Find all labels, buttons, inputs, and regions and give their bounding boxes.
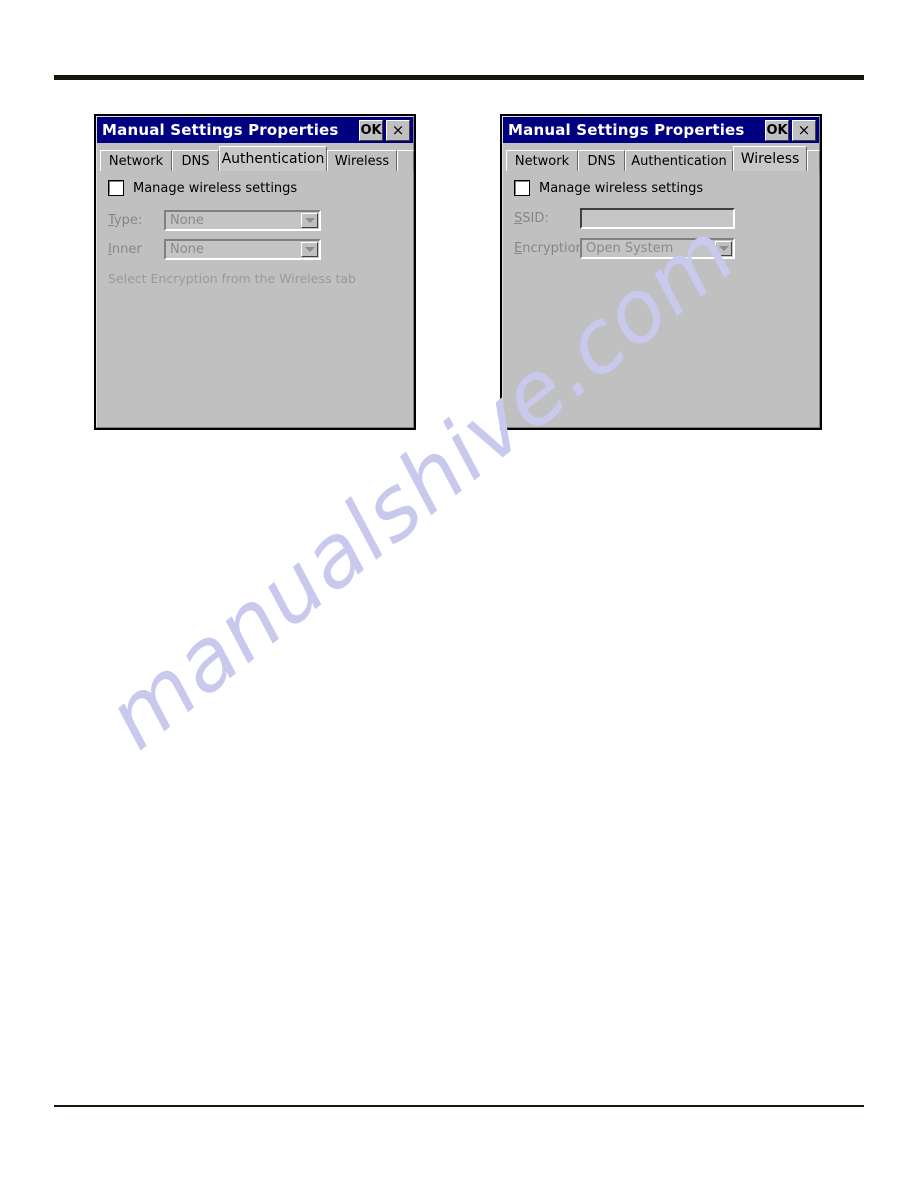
encryption-hint: Select Encryption from the Wireless tab (108, 271, 356, 286)
encryption-dropdown-value: Open System (586, 241, 674, 256)
tab-authentication[interactable]: Authentication (625, 150, 733, 171)
tab-network-label: Network (514, 153, 570, 169)
manage-wireless-settings-label: Manage wireless settings (133, 180, 298, 196)
wireless-dialog: Manual Settings Properties OK × Network … (500, 114, 822, 430)
ssid-input[interactable] (580, 208, 735, 229)
tabstrip: Network DNS Authentication Wireless (100, 146, 414, 171)
close-icon[interactable]: × (792, 119, 816, 141)
tab-dns[interactable]: DNS (172, 150, 219, 171)
inner-field-row: Inner None (108, 239, 321, 260)
tab-wireless-label: Wireless (740, 151, 800, 167)
inner-label-rest: nner (111, 242, 142, 257)
tab-network[interactable]: Network (506, 150, 578, 171)
inner-dropdown-value: None (170, 242, 204, 257)
encryption-label-accel: E (514, 241, 523, 256)
tab-panel-authentication: Manage wireless settings Type: None Inne… (97, 172, 413, 427)
chevron-down-glyph (304, 247, 315, 252)
manage-wireless-settings-checkbox[interactable] (514, 180, 530, 196)
chevron-down-glyph (304, 218, 315, 223)
titlebar: Manual Settings Properties OK × (97, 117, 413, 143)
encryption-field-row: Encryption: Open System (514, 238, 735, 259)
authentication-dialog: Manual Settings Properties OK × Network … (94, 114, 416, 430)
tabstrip-filler (397, 150, 414, 171)
manage-wireless-settings-checkbox[interactable] (108, 180, 124, 196)
titlebar-buttons: OK × (765, 119, 819, 141)
page-rule-top (54, 75, 864, 80)
type-field-row: Type: None (108, 210, 321, 231)
ok-button[interactable]: OK (765, 119, 789, 141)
encryption-label-rest: ncryption: (522, 241, 589, 256)
tab-authentication[interactable]: Authentication (219, 146, 327, 171)
tab-wireless[interactable]: Wireless (733, 146, 807, 171)
chevron-down-glyph (718, 246, 729, 251)
titlebar: Manual Settings Properties OK × (503, 117, 819, 143)
tab-dns-label: DNS (181, 153, 210, 169)
tab-wireless[interactable]: Wireless (327, 150, 397, 171)
encryption-dropdown[interactable]: Open System (580, 238, 735, 259)
tab-authentication-label: Authentication (631, 153, 727, 169)
inner-dropdown[interactable]: None (164, 239, 321, 260)
type-dropdown-value: None (170, 213, 204, 228)
type-label: Type: (108, 213, 164, 228)
inner-label: Inner (108, 242, 164, 257)
ssid-label-rest: SID: (522, 211, 549, 226)
window-title: Manual Settings Properties (508, 121, 745, 139)
chevron-down-icon[interactable] (715, 241, 732, 256)
ok-button[interactable]: OK (359, 119, 383, 141)
manage-wireless-settings-label: Manage wireless settings (539, 180, 704, 196)
ssid-field-row: SSID: (514, 208, 735, 229)
tab-network[interactable]: Network (100, 150, 172, 171)
type-label-rest: ype: (113, 213, 143, 228)
ssid-label: SSID: (514, 211, 580, 226)
page-rule-bottom (54, 1105, 864, 1107)
manage-wireless-settings-checkbox-row[interactable]: Manage wireless settings (108, 180, 297, 196)
tab-wireless-label: Wireless (334, 153, 390, 169)
manage-wireless-settings-checkbox-row[interactable]: Manage wireless settings (514, 180, 703, 196)
tabstrip: Network DNS Authentication Wireless (506, 146, 820, 171)
window-title: Manual Settings Properties (102, 121, 339, 139)
chevron-down-icon[interactable] (301, 213, 318, 228)
tab-authentication-label: Authentication (221, 151, 325, 167)
encryption-label: Encryption: (514, 241, 588, 256)
chevron-down-icon[interactable] (301, 242, 318, 257)
tab-network-label: Network (108, 153, 164, 169)
tab-dns[interactable]: DNS (578, 150, 625, 171)
titlebar-buttons: OK × (359, 119, 413, 141)
close-icon[interactable]: × (386, 119, 410, 141)
tab-dns-label: DNS (587, 153, 616, 169)
tab-panel-wireless: Manage wireless settings SSID: Encryptio… (503, 172, 819, 427)
tabstrip-filler (807, 150, 820, 171)
type-dropdown[interactable]: None (164, 210, 321, 231)
